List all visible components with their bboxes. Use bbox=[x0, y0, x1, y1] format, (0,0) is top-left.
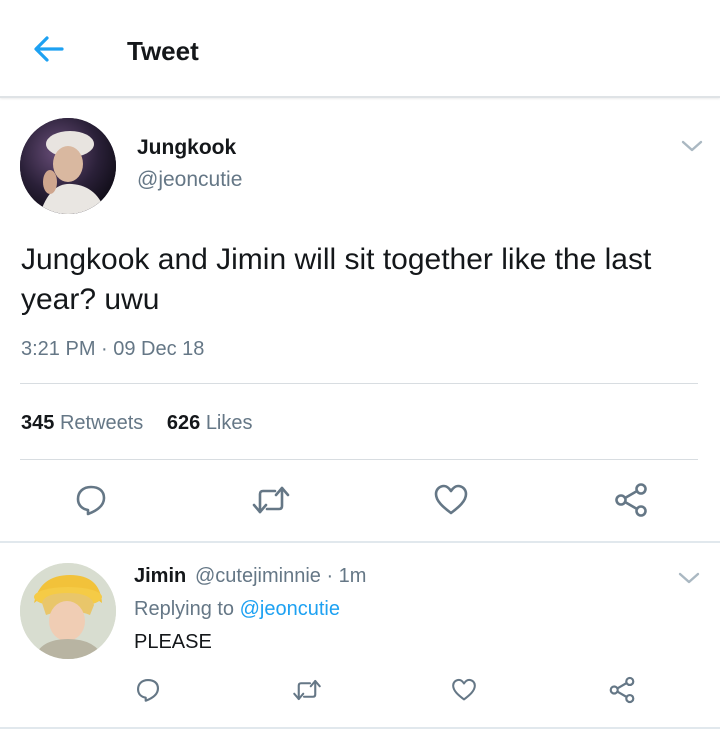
tweet-text: Jungkook and Jimin will sit together lik… bbox=[21, 243, 652, 316]
author-handle[interactable]: @jeoncutie bbox=[137, 168, 242, 192]
reply-button[interactable] bbox=[70, 480, 112, 520]
arrow-left-icon bbox=[34, 36, 64, 62]
divider bbox=[20, 383, 698, 384]
reply-author-name[interactable]: Jimin bbox=[134, 565, 186, 588]
retweet-icon bbox=[293, 679, 321, 701]
avatar-image bbox=[20, 118, 116, 214]
share-icon bbox=[609, 676, 635, 704]
bottom-divider bbox=[0, 727, 720, 729]
avatar-image bbox=[20, 563, 116, 659]
reply-icon bbox=[136, 678, 160, 702]
author-display-name[interactable]: Jungkook bbox=[137, 136, 236, 160]
reply-icon bbox=[76, 485, 106, 516]
back-button[interactable] bbox=[30, 32, 70, 66]
retweet-button[interactable] bbox=[249, 480, 293, 520]
replying-prefix: Replying to bbox=[134, 598, 235, 620]
share-icon bbox=[615, 483, 647, 517]
avatar-jimin[interactable] bbox=[20, 563, 116, 659]
main-tweet: Jungkook @jeoncutie Jungkook and Jimin w… bbox=[0, 100, 720, 542]
share-button[interactable] bbox=[610, 480, 652, 520]
heart-icon bbox=[452, 678, 476, 701]
replying-to-handle[interactable]: @jeoncutie bbox=[240, 598, 340, 620]
like-button[interactable] bbox=[430, 480, 472, 520]
tweet-stats: 345 Retweets 626 Likes bbox=[21, 412, 253, 435]
divider bbox=[20, 459, 698, 460]
reply-retweet-button[interactable] bbox=[290, 674, 324, 706]
top-app-bar: Tweet bbox=[0, 0, 720, 98]
likes-label[interactable]: Likes bbox=[206, 412, 253, 434]
likes-count[interactable]: 626 bbox=[167, 412, 200, 434]
retweets-label[interactable]: Retweets bbox=[60, 412, 143, 434]
section-divider bbox=[0, 541, 720, 543]
heart-icon bbox=[434, 484, 468, 515]
tweet-timestamp: 3:21 PM · 09 Dec 18 bbox=[21, 338, 205, 360]
chevron-down-icon bbox=[678, 572, 700, 584]
reply-menu-button[interactable] bbox=[677, 570, 701, 586]
reply-like-button[interactable] bbox=[448, 674, 480, 706]
reply-reply-button[interactable] bbox=[132, 674, 164, 706]
retweets-count[interactable]: 345 bbox=[21, 412, 54, 434]
reply-author-handle-time[interactable]: @cutejiminnie · 1m bbox=[195, 565, 366, 588]
page-title: Tweet bbox=[127, 36, 199, 66]
retweet-icon bbox=[252, 486, 290, 514]
avatar-jungkook[interactable] bbox=[20, 118, 116, 214]
tweet-menu-button[interactable] bbox=[680, 138, 704, 154]
replying-to: Replying to @jeoncutie bbox=[134, 598, 340, 621]
reply-text: PLEASE bbox=[134, 631, 212, 653]
chevron-down-icon bbox=[681, 140, 703, 152]
reply-share-button[interactable] bbox=[606, 674, 638, 706]
